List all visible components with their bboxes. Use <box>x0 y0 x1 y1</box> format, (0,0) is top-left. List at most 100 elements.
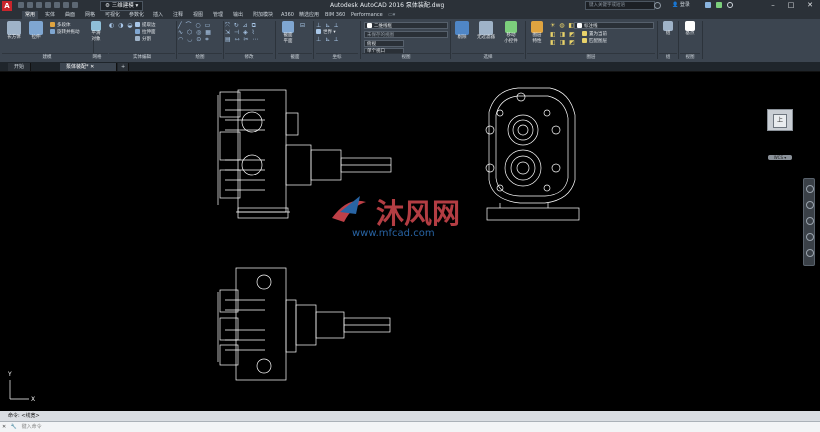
autocad-logo-icon[interactable]: A <box>2 1 12 11</box>
layer-dropdown[interactable]: 标注线 <box>574 22 654 29</box>
tab-a360[interactable]: A360 <box>278 11 297 19</box>
tab-parametric[interactable]: 参数化 <box>126 11 147 19</box>
box-button[interactable]: 长方体 <box>4 21 24 41</box>
tab-featured-apps[interactable]: 精选应用 <box>296 11 322 19</box>
search-icon[interactable] <box>654 2 661 9</box>
tab-solid[interactable]: 实体 <box>42 11 58 19</box>
drawing-tab[interactable]: 泵体装配* ✕ <box>60 63 117 71</box>
open-file-icon[interactable] <box>27 2 33 8</box>
ribbon-toggle-icon[interactable]: ▭▾ <box>385 11 398 19</box>
viewcube-face[interactable]: 上 <box>773 114 787 128</box>
viewcube[interactable]: 上 <box>767 109 793 131</box>
zoom-icon[interactable] <box>806 217 814 225</box>
customize-command-icon[interactable]: 🔧 <box>11 424 17 430</box>
tab-performance[interactable]: Performance <box>348 11 386 19</box>
panel-divider <box>657 21 658 59</box>
command-line[interactable]: ✕ 🔧 键入命令 <box>0 421 820 432</box>
draw-tools-row-2[interactable]: ∿ ⬡ ◎ ▦ <box>178 29 212 36</box>
tab-view[interactable]: 视图 <box>190 11 206 19</box>
close-button[interactable]: ✕ <box>803 0 817 10</box>
search-input[interactable]: 键入关键字或短语 <box>585 1 655 10</box>
new-tab-button[interactable]: + <box>118 63 130 71</box>
orbit-icon[interactable] <box>806 233 814 241</box>
maximize-button[interactable]: □ <box>784 0 798 10</box>
solid-edit-tools[interactable]: ◐ ◑ ◒ <box>109 22 134 29</box>
named-view-dropdown[interactable]: 未保存的视图 <box>364 31 448 38</box>
drawing-canvas[interactable]: 沐风网 www.mfcad.com Y X <box>0 72 820 410</box>
no-filter-button[interactable]: 无过滤器 <box>474 21 498 41</box>
sign-in-button[interactable]: 👤 登录 <box>672 1 690 10</box>
visual-style-dropdown[interactable]: 二维线框 <box>364 22 448 29</box>
steering-wheel-icon[interactable] <box>806 185 814 193</box>
panel-title-view[interactable]: 视图 <box>362 53 450 61</box>
extrude-button[interactable]: 拉伸 <box>26 21 46 41</box>
panel-title-draw[interactable]: 绘图 <box>178 53 222 61</box>
showmotion-icon[interactable] <box>806 249 814 257</box>
extrude-faces-button[interactable]: 拉伸面 <box>135 29 175 36</box>
view-direction-dropdown[interactable]: 俯视 <box>364 40 404 47</box>
culling-button[interactable]: 剔除 <box>452 21 472 41</box>
panel-title-solid-editing[interactable]: 实体编辑 <box>109 53 175 61</box>
panel-title-groups[interactable]: 组 <box>659 53 677 61</box>
wcs-dropdown[interactable]: WCS ▾ <box>768 155 792 160</box>
tab-home[interactable]: 常用 <box>22 11 39 19</box>
separate-button[interactable]: 分割 <box>135 36 175 43</box>
tab-visualize[interactable]: 可视化 <box>102 11 123 19</box>
pan-icon[interactable] <box>806 201 814 209</box>
command-input[interactable]: 键入命令 <box>22 424 42 430</box>
extract-edges-button[interactable]: 提取边 <box>135 22 175 29</box>
tab-insert[interactable]: 插入 <box>150 11 166 19</box>
tab-bim360[interactable]: BIM 360 <box>322 11 348 19</box>
save-icon[interactable] <box>36 2 42 8</box>
modify-tools-row-1[interactable]: ⤧ ↻ ⊿ ⧉ <box>225 22 259 29</box>
section-plane-button[interactable]: 截面 平面 <box>278 21 298 45</box>
close-command-icon[interactable]: ✕ <box>2 424 6 430</box>
move-gizmo-button[interactable]: 移动 小控件 <box>500 21 522 45</box>
tab-output[interactable]: 输出 <box>230 11 246 19</box>
match-layer-button[interactable]: 匹配图层 <box>582 38 642 45</box>
tab-mesh[interactable]: 网格 <box>82 11 98 19</box>
tab-annotate[interactable]: 注释 <box>170 11 186 19</box>
panel-title-modeling[interactable]: 建模 <box>2 53 92 61</box>
new-file-icon[interactable] <box>18 2 24 8</box>
panel-divider <box>525 21 526 59</box>
workspace-dropdown[interactable]: ⚙ 三维建模 ▾ <box>100 1 144 11</box>
a360-icon[interactable] <box>716 2 722 8</box>
modify-tools-row-3[interactable]: ▤ ⇿ ✂ ⋯ <box>225 36 259 43</box>
layer-state-icons[interactable]: ☀ ◍ ◧ <box>550 22 575 29</box>
smooth-mesh-icon <box>91 21 101 31</box>
minimize-button[interactable]: – <box>766 0 780 10</box>
tab-surface[interactable]: 曲面 <box>62 11 78 19</box>
layer-tools-row-3[interactable]: ◧ ◨ ◩ <box>550 39 576 46</box>
panel-title-coordinates[interactable]: 坐标 <box>316 53 358 61</box>
draw-tools-row-1[interactable]: ╱ ⌒ ○ ▭ <box>178 22 212 29</box>
panel-title-view-2[interactable]: 视图 <box>680 53 700 61</box>
panel-title-section[interactable]: 截面 <box>278 53 312 61</box>
redo-icon[interactable] <box>72 2 78 8</box>
modify-tools-row-2[interactable]: ⇲ ⊣ ◈ ⌇ <box>225 29 259 36</box>
draw-tools-row-3[interactable]: ◠ ◡ ⊙ ⌗ <box>178 36 212 43</box>
tab-addins[interactable]: 附加模块 <box>250 11 276 19</box>
tab-manage[interactable]: 管理 <box>210 11 226 19</box>
panel-title-modify[interactable]: 修改 <box>225 53 273 61</box>
panel-title-selection[interactable]: 选择 <box>452 53 524 61</box>
group-button[interactable]: 组 <box>659 21 677 37</box>
exchange-icon[interactable] <box>705 2 711 8</box>
base-view-button[interactable]: 基点 <box>680 21 700 37</box>
help-icon[interactable] <box>727 2 733 8</box>
section-tools[interactable]: ⊟ <box>300 22 306 29</box>
save-as-icon[interactable] <box>45 2 51 8</box>
layer-tools-row-2[interactable]: ◧ ◨ ◩ <box>550 31 576 38</box>
panel-title-layers[interactable]: 图层 <box>527 53 655 61</box>
layer-properties-button[interactable]: 图层 特性 <box>527 21 547 45</box>
ucs-world-dropdown[interactable]: 世界 ▾ <box>316 29 358 36</box>
make-current-button[interactable]: 置为当前 <box>582 31 642 38</box>
ucs-tools-row-1[interactable]: ⊥ ⊾ ⟂ <box>316 22 358 29</box>
plot-icon[interactable] <box>54 2 60 8</box>
start-tab[interactable]: 开始 <box>8 63 32 71</box>
smooth-object-button[interactable]: 平滑 对象 <box>86 21 106 43</box>
undo-icon[interactable] <box>63 2 69 8</box>
close-tab-icon[interactable]: ✕ <box>90 64 94 70</box>
ucs-tools-row-3[interactable]: ⊥ ⊾ ⟂ <box>316 36 358 43</box>
panel-title-mesh[interactable]: 网格 <box>86 53 108 61</box>
